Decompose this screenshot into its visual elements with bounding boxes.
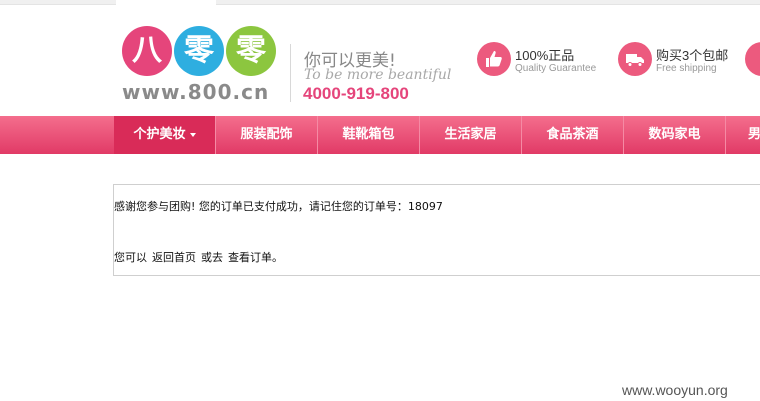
nav-item-home[interactable]: 生活家居 <box>420 116 522 154</box>
top-strip <box>0 0 760 5</box>
next-actions-prefix: 您可以 <box>114 251 147 264</box>
feature-quality-title: 100%正品 <box>515 48 575 63</box>
feature-shipping: 购买3个包邮 Free shipping <box>618 42 743 78</box>
order-success-message: 感谢您参与团购! 您的订单已支付成功，请记住您的订单号：18097 <box>114 200 443 213</box>
caret-down-icon <box>189 132 196 137</box>
watermark: www.wooyun.org <box>622 382 728 398</box>
feature-quality: 100%正品 Quality Guarantee <box>477 42 607 78</box>
top-strip-tab <box>116 0 216 6</box>
feature-quality-subtitle: Quality Guarantee <box>515 63 597 74</box>
view-order-link[interactable]: 查看订单。 <box>228 251 283 264</box>
logo-char-2: 零 <box>174 26 224 76</box>
nav-item-men[interactable]: 男 <box>726 116 760 154</box>
nav-item-digital[interactable]: 数码家电 <box>624 116 726 154</box>
return-icon <box>745 42 760 76</box>
feature-shipping-title: 购买3个包邮 <box>656 48 729 63</box>
header-divider <box>290 44 291 102</box>
logo-url: www.800.cn <box>122 80 270 104</box>
nav-item-food[interactable]: 食品茶酒 <box>522 116 624 154</box>
site-logo[interactable]: 八 零 零 www.800.cn <box>122 26 282 106</box>
feature-shipping-subtitle: Free shipping <box>656 63 717 74</box>
logo-char-1: 八 <box>122 26 172 76</box>
main-nav: 个护美妆 服装配饰 鞋靴箱包 生活家居 食品茶酒 数码家电 男 <box>0 116 760 154</box>
nav-item-beauty[interactable]: 个护美妆 <box>114 116 216 154</box>
order-success-panel: 感谢您参与团购! 您的订单已支付成功，请记住您的订单号：18097 您可以 返回首… <box>113 184 760 276</box>
next-actions: 您可以 返回首页 或去 查看订单。 <box>114 249 283 265</box>
nav-item-label: 个护美妆 <box>133 127 186 142</box>
back-home-link[interactable]: 返回首页 <box>152 251 196 264</box>
thumbs-up-icon <box>477 42 511 76</box>
nav-item-shoes-bags[interactable]: 鞋靴箱包 <box>318 116 420 154</box>
nav-item-apparel[interactable]: 服装配饰 <box>216 116 318 154</box>
logo-char-3: 零 <box>226 26 276 76</box>
hotline-number: 4000-919-800 <box>303 84 409 103</box>
next-actions-or: 或去 <box>201 251 223 264</box>
truck-icon <box>618 42 652 76</box>
slogan-english: To be more beantiful <box>304 67 452 83</box>
feature-third <box>745 42 760 78</box>
